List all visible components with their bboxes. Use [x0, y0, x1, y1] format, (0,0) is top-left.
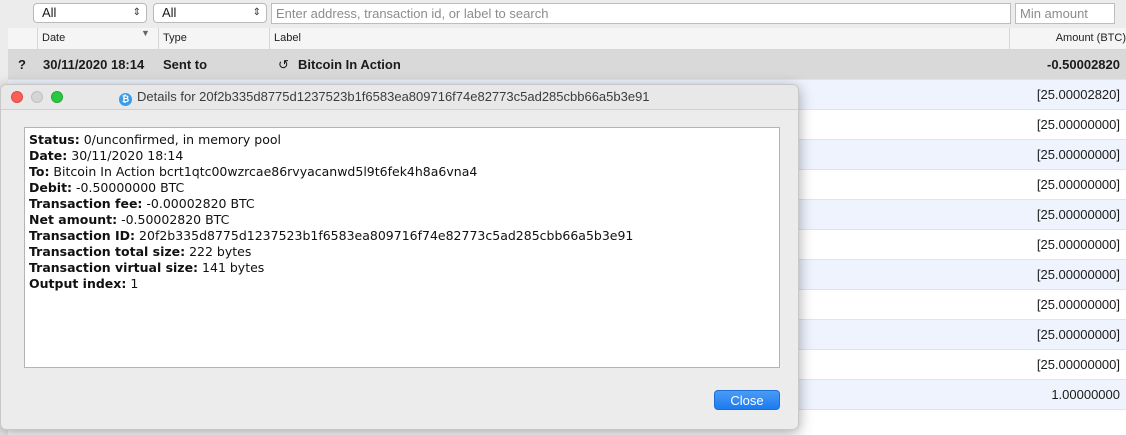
- detail-to: To: Bitcoin In Action bcrt1qtc00wzrcae86…: [29, 164, 779, 180]
- detail-label: Transaction ID:: [29, 228, 136, 243]
- detail-label: Output index:: [29, 276, 127, 291]
- row-amount: [25.00000000]: [1036, 177, 1120, 192]
- window-zoom-icon[interactable]: [51, 91, 63, 103]
- detail-value: -0.00002820 BTC: [142, 196, 255, 211]
- detail-output-index: Output index: 1: [29, 276, 779, 292]
- close-button[interactable]: Close: [714, 390, 780, 410]
- detail-fee: Transaction fee: -0.00002820 BTC: [29, 196, 779, 212]
- table-row-selected[interactable]: ? 30/11/2020 18:14 Sent to ↺ Bitcoin In …: [8, 50, 1126, 80]
- sort-descending-icon: ▼: [141, 28, 150, 38]
- detail-value: 20f2b335d8775d1237523b1f6583ea809716f74e…: [135, 228, 634, 243]
- row-amount: [25.00000000]: [1036, 207, 1120, 222]
- row-amount: [25.00000000]: [1036, 237, 1120, 252]
- row-amount: 1.00000000: [1051, 387, 1120, 402]
- row-date: 30/11/2020 18:14: [43, 57, 145, 72]
- column-header-amount[interactable]: Amount (BTC): [1009, 28, 1126, 49]
- detail-label: Transaction total size:: [29, 244, 186, 259]
- column-type-label: Type: [163, 32, 187, 44]
- detail-total-size: Transaction total size: 222 bytes: [29, 244, 779, 260]
- column-amount-label: Amount (BTC): [1055, 32, 1126, 44]
- detail-txid: Transaction ID: 20f2b335d8775d1237523b1f…: [29, 228, 779, 244]
- row-amount: [25.00000000]: [1036, 267, 1120, 282]
- detail-value: 222 bytes: [185, 244, 252, 259]
- detail-debit: Debit: -0.50000000 BTC: [29, 180, 779, 196]
- detail-label: Status:: [29, 132, 80, 147]
- detail-label: Transaction fee:: [29, 196, 143, 211]
- column-header-date[interactable]: Date: [37, 28, 158, 49]
- detail-label: To:: [29, 164, 50, 179]
- min-amount-input[interactable]: Min amount: [1015, 3, 1115, 24]
- detail-label: Transaction virtual size:: [29, 260, 199, 275]
- select-chevron-icon: ⇕: [132, 7, 141, 18]
- detail-value: Bitcoin In Action bcrt1qtc00wzrcae86rvya…: [49, 164, 478, 179]
- date-filter-select[interactable]: All ⇕: [153, 3, 267, 23]
- detail-virtual-size: Transaction virtual size: 141 bytes: [29, 260, 779, 276]
- row-label: Bitcoin In Action: [298, 57, 401, 72]
- min-amount-placeholder: Min amount: [1020, 6, 1088, 21]
- column-header-type[interactable]: Type: [158, 28, 269, 49]
- select-chevron-icon: ⇕: [252, 7, 261, 18]
- row-amount: [25.00000000]: [1036, 357, 1120, 372]
- search-placeholder: Enter address, transaction id, or label …: [276, 6, 549, 21]
- row-type: Sent to: [163, 57, 208, 72]
- detail-value: 141 bytes: [198, 260, 265, 275]
- bitcoin-icon: ₿: [119, 93, 132, 106]
- sent-to-icon: ↺: [278, 57, 289, 72]
- window-close-icon[interactable]: [11, 91, 23, 103]
- detail-value: 1: [126, 276, 139, 291]
- column-date-label: Date: [42, 32, 66, 44]
- detail-value: 0/unconfirmed, in memory pool: [79, 132, 281, 147]
- detail-value: 30/11/2020 18:14: [67, 148, 184, 163]
- row-amount: -0.50002820: [1046, 57, 1120, 72]
- search-input[interactable]: Enter address, transaction id, or label …: [271, 3, 1011, 24]
- detail-label: Date:: [29, 148, 68, 163]
- detail-label: Debit:: [29, 180, 73, 195]
- column-header-label[interactable]: Label: [269, 28, 1009, 49]
- window-minimize-icon[interactable]: [31, 91, 43, 103]
- detail-date: Date: 30/11/2020 18:14: [29, 148, 779, 164]
- row-amount: [25.00000000]: [1036, 147, 1120, 162]
- dialog-titlebar[interactable]: ₿ Details for 20f2b335d8775d1237523b1f658…: [1, 85, 798, 110]
- filter-bar: All ⇕ All ⇕ Enter address, transaction i…: [0, 0, 1126, 28]
- transaction-details-dialog: ₿ Details for 20f2b335d8775d1237523b1f658…: [0, 84, 799, 430]
- details-text-area[interactable]: Status: 0/unconfirmed, in memory pool Da…: [24, 127, 780, 368]
- detail-value: -0.50002820 BTC: [117, 212, 230, 227]
- type-filter-value: All: [42, 5, 57, 20]
- row-amount: [25.00000000]: [1036, 117, 1120, 132]
- detail-status: Status: 0/unconfirmed, in memory pool: [29, 132, 779, 148]
- row-amount: [25.00002820]: [1036, 87, 1120, 102]
- detail-net-amount: Net amount: -0.50002820 BTC: [29, 212, 779, 228]
- row-amount: [25.00000000]: [1036, 327, 1120, 342]
- row-amount: [25.00000000]: [1036, 297, 1120, 312]
- date-filter-value: All: [162, 5, 177, 20]
- dialog-title: Details for 20f2b335d8775d1237523b1f6583…: [137, 89, 650, 104]
- column-label-label: Label: [274, 32, 301, 44]
- type-filter-select[interactable]: All ⇕: [33, 3, 147, 23]
- status-question-icon: ?: [18, 57, 26, 72]
- table-header: Date ▼ Type Label Amount (BTC): [8, 28, 1126, 50]
- detail-label: Net amount:: [29, 212, 118, 227]
- dialog-title-wrap: ₿ Details for 20f2b335d8775d1237523b1f658…: [119, 85, 650, 109]
- detail-value: -0.50000000 BTC: [72, 180, 185, 195]
